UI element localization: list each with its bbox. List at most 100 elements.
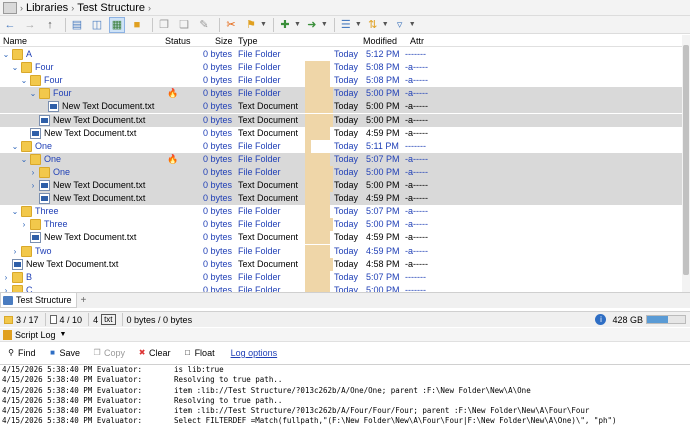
rename-icon[interactable]: ✎ — [196, 17, 212, 33]
item-name: Four — [35, 62, 54, 73]
folder-row[interactable]: ⌄ Four 0 bytes File Folder Today 5:08 PM -a---… — [0, 61, 690, 75]
item-size: 0 bytes — [202, 49, 232, 59]
chevron-down-icon[interactable]: ⌄ — [20, 153, 28, 166]
chevron-right-icon[interactable]: › — [11, 245, 19, 258]
folder-row[interactable]: ⌄ Four 🔥 0 bytes File Folder Today 5:00 PM -a--… — [0, 87, 690, 101]
address-input[interactable] — [158, 1, 690, 15]
folder-row[interactable]: › Three 0 bytes File Folder Today 5:00 PM -a--… — [0, 218, 690, 232]
file-row[interactable]: New Text Document.txt 0 bytes Text Documen… — [0, 113, 690, 127]
save-button[interactable]: ■ Save — [48, 348, 80, 358]
folder-icon — [30, 219, 41, 231]
chevron-down-icon[interactable]: ▼ — [260, 21, 267, 28]
log-options-link[interactable]: Log options — [231, 348, 278, 358]
folder-row[interactable]: ⌄ A 0 bytes File Folder Today 5:12 PM ------- — [0, 48, 690, 61]
copy-icon[interactable]: ❐ — [156, 17, 172, 33]
layout-icon[interactable]: ▤ — [69, 17, 85, 33]
item-attr: ------- — [405, 271, 426, 282]
new-folder-icon[interactable]: ⚑ — [243, 17, 259, 33]
chevron-down-icon[interactable]: ⌄ — [11, 140, 19, 153]
file-list[interactable]: ⌄ A 0 bytes File Folder Today 5:12 PM ------- ⌄… — [0, 48, 690, 292]
float-icon: □ — [185, 348, 190, 357]
item-attr: -a----- — [405, 206, 428, 217]
column-attr[interactable]: Attr — [410, 35, 424, 47]
script-log-header[interactable]: Script Log ▼ — [0, 328, 690, 342]
selected-bytes: 0 bytes / 0 bytes — [127, 313, 199, 326]
find-button[interactable]: ⚲ Find — [6, 348, 35, 358]
chevron-down-icon[interactable]: ⌄ — [11, 205, 19, 218]
breadcrumb-libraries[interactable]: Libraries — [26, 2, 68, 14]
file-row[interactable]: New Text Document.txt 0 bytes Text Documen… — [0, 100, 690, 114]
item-type: Text Document — [238, 101, 299, 112]
folder-icon — [21, 206, 32, 218]
chevron-down-icon[interactable]: ▼ — [60, 331, 67, 338]
chevron-down-icon[interactable]: ▼ — [409, 21, 416, 28]
chevron-down-icon[interactable]: ▼ — [321, 21, 328, 28]
info-icon[interactable]: i — [595, 314, 607, 325]
modified-day: Today — [334, 284, 359, 292]
chevron-down-icon[interactable]: ▼ — [294, 21, 301, 28]
folder-row[interactable]: ⌄ Four 0 bytes File Folder Today 5:08 PM -a---… — [0, 74, 690, 88]
folder-row[interactable]: › One 0 bytes File Folder Today 5:00 PM -a----… — [0, 165, 690, 179]
column-status[interactable]: Status — [165, 35, 191, 47]
modified-day: Today — [334, 75, 359, 86]
folder-row[interactable]: ⌄ One 🔥 0 bytes File Folder Today 5:07 PM -a---… — [0, 152, 690, 166]
vertical-scrollbar[interactable] — [682, 35, 690, 292]
chevron-down-icon[interactable]: ▼ — [355, 21, 362, 28]
folder-row[interactable]: ⌄ One 0 bytes File Folder Today 5:11 PM ------… — [0, 139, 690, 153]
dual-pane-icon[interactable]: ◫ — [89, 17, 105, 33]
file-row[interactable]: › New Text Document.txt 0 bytes Text Docume… — [0, 179, 690, 192]
file-row[interactable]: New Text Document.txt 0 bytes Text Documen… — [0, 126, 690, 140]
tab-test-structure[interactable]: Test Structure — [0, 293, 77, 308]
folder-tree-icon[interactable]: ■ — [129, 17, 145, 33]
new-tab-button[interactable]: + — [81, 295, 87, 306]
file-row[interactable]: New Text Document.txt 0 bytes Text Documen… — [0, 231, 690, 245]
chevron-down-icon[interactable]: ⌄ — [11, 61, 19, 74]
breadcrumb-test-structure[interactable]: Test Structure — [77, 2, 145, 14]
forward-icon[interactable]: → — [22, 17, 38, 33]
chevron-right-icon[interactable]: › — [2, 284, 10, 292]
tiles-view-icon[interactable]: ▦ — [109, 16, 125, 33]
column-type[interactable]: Type — [238, 35, 258, 47]
file-row[interactable]: New Text Document.txt 0 bytes Text Documen… — [0, 257, 690, 271]
delete-icon[interactable]: ✂ — [223, 17, 239, 33]
modified-time: 5:00 PM — [366, 180, 400, 190]
folder-row[interactable]: › Two 0 bytes File Folder Today 4:59 PM -a----… — [0, 244, 690, 258]
item-attr: ------- — [405, 49, 426, 59]
drive-info[interactable]: i 428 GB — [595, 313, 686, 326]
float-button[interactable]: □ Float — [183, 348, 214, 358]
chevron-down-icon[interactable]: ⌄ — [29, 87, 37, 100]
copy-button[interactable]: ❐ Copy — [92, 348, 125, 358]
folder-row[interactable]: › B 0 bytes File Folder Today 5:07 PM ------- — [0, 270, 690, 284]
sort-icon[interactable]: ⇅ — [365, 17, 381, 33]
scrollbar-thumb[interactable] — [683, 45, 689, 275]
folder-row[interactable]: ⌄ Three 0 bytes File Folder Today 5:07 PM -a--… — [0, 205, 690, 219]
address-bar[interactable]: › Libraries › Test Structure › — [0, 0, 690, 16]
up-icon[interactable]: ↑ — [42, 17, 58, 33]
file-row[interactable]: New Text Document.txt 0 bytes Text Documen… — [0, 192, 690, 206]
folder-icon — [12, 284, 23, 292]
chevron-down-icon[interactable]: ⌄ — [20, 74, 28, 87]
chevron-down-icon[interactable]: ▼ — [382, 21, 389, 28]
move-icon[interactable]: ❏ — [176, 17, 192, 33]
file-type-label: txt — [101, 314, 116, 325]
clear-button[interactable]: ✖ Clear — [137, 348, 171, 358]
folder-row[interactable]: › C 0 bytes File Folder Today 5:00 PM ------- — [0, 283, 690, 292]
back-icon[interactable]: ← — [2, 17, 18, 33]
new-file-icon[interactable]: ✚ — [277, 17, 293, 33]
details-view-icon[interactable]: ☰ — [338, 17, 354, 33]
column-modified[interactable]: Modified — [363, 35, 397, 47]
log-output[interactable]: 4/15/2026 5:38:40 PM Evaluator: is lib:tr… — [0, 364, 690, 429]
filter-icon[interactable]: ▿ — [392, 17, 408, 33]
chevron-right-icon[interactable]: › — [20, 218, 28, 231]
chevron-down-icon[interactable]: ⌄ — [2, 48, 10, 61]
tab-label: Test Structure — [16, 295, 72, 305]
copy-to-icon[interactable]: ➜ — [304, 17, 320, 33]
column-size[interactable]: Size — [215, 35, 233, 47]
chevron-right-icon[interactable]: › — [29, 166, 37, 179]
chevron-right-icon[interactable]: › — [29, 179, 37, 192]
modified-time: 5:00 PM — [366, 284, 400, 292]
item-name: New Text Document.txt — [44, 232, 137, 243]
chevron-right-icon[interactable]: › — [2, 271, 10, 284]
column-name[interactable]: Name — [3, 35, 27, 47]
item-attr: -a----- — [405, 193, 428, 204]
